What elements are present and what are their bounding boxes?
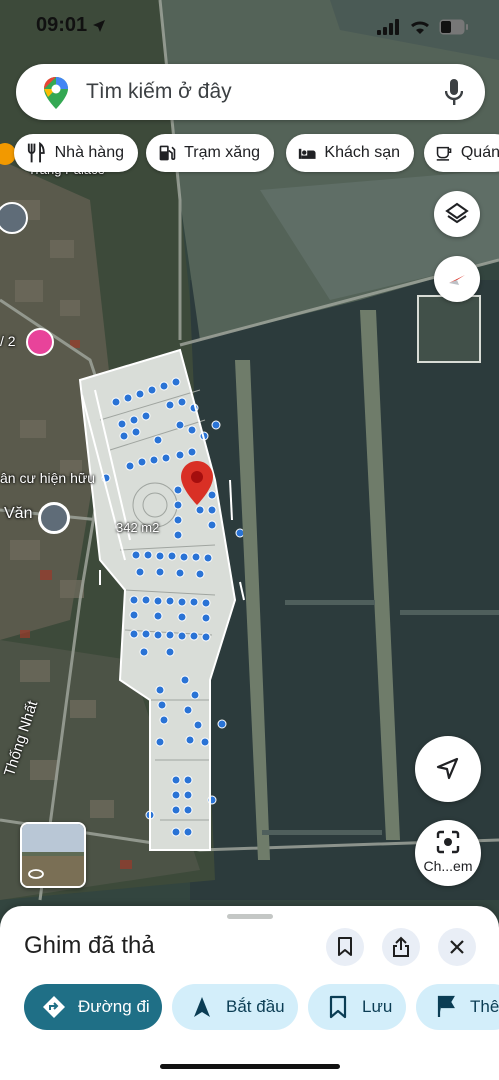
street-view-thumbnail[interactable] [20,822,86,888]
flag-icon [437,995,455,1017]
directions-label: Đường đi [78,997,150,1016]
chip-cafes[interactable]: Quán [424,134,499,172]
more-label: Thêm [470,997,499,1016]
coffee-icon [436,146,452,161]
battery-icon [439,19,468,35]
compass-icon [449,275,465,285]
start-label: Bắt đầu [226,997,285,1016]
map-label-residential: ân cư hiện hữu [0,470,96,486]
more-button[interactable]: Thêm [416,984,499,1030]
save-button[interactable]: Lưu [308,984,406,1030]
lens-label: Ch...em [423,858,473,874]
location-arrow-icon [93,20,105,32]
chip-label: Nhà hàng [54,144,124,161]
360-icon [28,869,44,879]
area-measure-label: 342 m2 [116,520,160,535]
search-input[interactable]: Tìm kiếm ở đây [86,80,232,104]
status-time: 09:01 [36,14,88,36]
share-icon [393,936,409,957]
chip-gas-stations[interactable]: Trạm xăng [146,134,274,172]
mic-icon[interactable] [445,79,463,105]
chip-hotels[interactable]: Khách sạn [286,134,414,172]
directions-icon [43,996,65,1018]
chip-label: Trạm xăng [184,144,260,161]
sheet-drag-handle[interactable] [227,914,273,919]
gas-station-icon [159,145,176,161]
place-sheet[interactable]: Ghim đã thả Đường đi Bắt đầu Lưu Thê [0,906,499,1080]
navigation-arrow-icon [194,997,210,1017]
directions-button[interactable]: Đường đi [24,984,162,1030]
layers-button[interactable] [434,191,480,237]
save-icon-button[interactable] [326,928,364,966]
poi-pin-icon[interactable] [38,502,70,534]
compass-button[interactable] [434,256,480,302]
bookmark-icon [338,937,352,956]
maps-pin-logo [44,77,68,109]
chip-label: Quán [460,144,499,161]
lens-icon [436,830,460,854]
my-location-button[interactable] [415,736,481,802]
start-button[interactable]: Bắt đầu [172,984,298,1030]
bed-icon [298,148,316,159]
signal-icon [377,19,399,35]
map-label-number: / 2 [0,333,16,349]
chip-restaurants[interactable]: Nhà hàng [14,134,138,172]
home-indicator[interactable] [160,1064,340,1069]
hotel-pin-icon[interactable] [26,328,54,356]
chip-label: Khách sạn [324,144,400,161]
map-label-place-short: Văn [4,505,33,522]
fork-knife-icon [27,142,45,163]
share-button[interactable] [382,928,420,966]
status-bar: 09:01 [0,0,499,56]
layers-icon [445,202,469,224]
save-label: Lưu [362,997,393,1016]
close-icon [450,940,464,954]
sheet-title: Ghim đã thả [24,932,155,959]
my-location-icon [436,757,459,780]
dropped-pin-icon[interactable] [181,461,213,505]
close-button[interactable] [438,928,476,966]
bookmark-icon [329,995,347,1019]
search-bar[interactable]: Tìm kiếm ở đây [16,64,485,120]
wifi-icon [411,21,429,34]
lens-button[interactable]: Ch...em [415,820,481,886]
category-chips: Nhà hàng Trạm xăng Khách sạn Quán [0,134,499,172]
